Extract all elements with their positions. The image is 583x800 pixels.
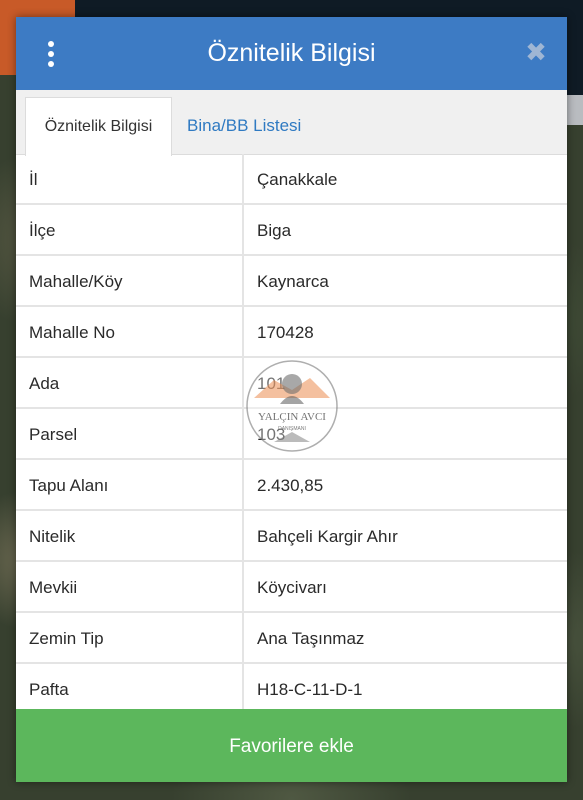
- table-row: Mahalle/Köy Kaynarca: [16, 256, 567, 307]
- table-row: Parsel 103: [16, 409, 567, 460]
- row-label: Zemin Tip: [16, 613, 244, 662]
- row-value: Kaynarca: [257, 272, 329, 291]
- row-value: Ana Taşınmaz: [257, 629, 365, 648]
- map-side-panel: [565, 95, 583, 125]
- row-label: Ada: [16, 358, 244, 407]
- table-row: Tapu Alanı 2.430,85: [16, 460, 567, 511]
- table-row: Pafta H18-C-11-D-1: [16, 664, 567, 715]
- row-label: Nitelik: [16, 511, 244, 560]
- row-label: Mevkii: [16, 562, 244, 611]
- add-to-favorites-button[interactable]: Favorilere ekle: [16, 709, 567, 782]
- row-value: Köycivarı: [257, 578, 327, 597]
- dialog-header: Öznitelik Bilgisi ✖: [16, 17, 567, 90]
- table-row: Mahalle No 170428: [16, 307, 567, 358]
- dialog-title: Öznitelik Bilgisi: [207, 39, 376, 67]
- row-value: Bahçeli Kargir Ahır: [257, 527, 398, 546]
- row-value: 103: [257, 425, 286, 444]
- row-label: Tapu Alanı: [16, 460, 244, 509]
- row-label: Parsel: [16, 409, 244, 458]
- row-value: Çanakkale: [257, 170, 338, 189]
- tab-bar: Öznitelik Bilgisi Bina/BB Listesi: [16, 90, 567, 156]
- tab-attribute-info[interactable]: Öznitelik Bilgisi: [25, 97, 172, 156]
- attribute-table: İl Çanakkale İlçe Biga Mahalle/Köy Kayna…: [16, 154, 567, 715]
- row-label: İlçe: [16, 205, 244, 254]
- table-row: İl Çanakkale: [16, 154, 567, 205]
- row-value: 2.430,85: [257, 476, 324, 495]
- tab-building-list[interactable]: Bina/BB Listesi: [187, 97, 301, 154]
- table-row: Nitelik Bahçeli Kargir Ahır: [16, 511, 567, 562]
- table-row: Ada 101: [16, 358, 567, 409]
- row-label: Pafta: [16, 664, 244, 713]
- table-row: İlçe Biga: [16, 205, 567, 256]
- table-row: Zemin Tip Ana Taşınmaz: [16, 613, 567, 664]
- attribute-dialog: Öznitelik Bilgisi ✖ Öznitelik Bilgisi Bi…: [16, 17, 567, 782]
- row-label: Mahalle/Köy: [16, 256, 244, 305]
- row-label: Mahalle No: [16, 307, 244, 356]
- row-label: İl: [16, 154, 244, 203]
- close-icon[interactable]: ✖: [525, 39, 547, 65]
- row-value: 170428: [257, 323, 314, 342]
- row-value: Biga: [257, 221, 292, 240]
- table-row: Mevkii Köycivarı: [16, 562, 567, 613]
- row-value: H18-C-11-D-1: [257, 680, 363, 699]
- row-value: 101: [257, 374, 286, 393]
